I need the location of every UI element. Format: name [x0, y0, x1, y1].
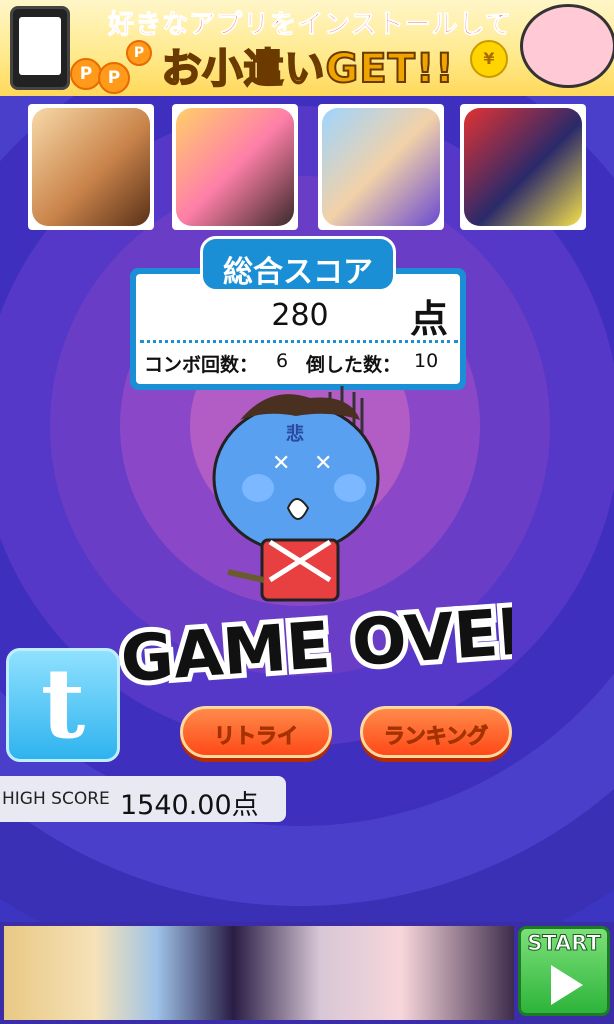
top-banner-ad[interactable]: P P P 好きなアプリをインストールして お小遣いGET!! ¥ [0, 0, 614, 96]
twitter-share-button[interactable]: t [6, 647, 120, 762]
ad-artwork [4, 926, 514, 1020]
combo-label: コンボ回数： [144, 354, 259, 376]
score-panel-title: 総合スコア [200, 236, 396, 292]
banner-line-2: お小遣いGET!! [161, 45, 455, 93]
defeated-label: 倒した数： [306, 354, 402, 376]
yen-coin-icon: ¥ [470, 40, 508, 78]
piggy-bank-icon [520, 4, 614, 88]
game-over-text: GAME OVER [119, 594, 512, 688]
play-arrow-icon [551, 965, 583, 1005]
game-over-title: GAME OVER GAME OVER [112, 588, 555, 703]
app-icon-1[interactable] [28, 104, 154, 230]
total-score: 280 [271, 298, 329, 333]
app-icon-4[interactable] [460, 104, 586, 230]
svg-text:✕: ✕ [314, 451, 332, 476]
score-unit: 点 [410, 297, 449, 341]
score-divider [140, 340, 458, 343]
defeated-value: 10 [414, 350, 439, 372]
ad-start-button[interactable]: START [518, 926, 610, 1016]
phone-mascot-icon [10, 6, 70, 90]
face-kanji: 悲 [286, 424, 304, 445]
app-icon-2[interactable] [172, 104, 298, 230]
sad-character: ✕ ✕ 悲 [200, 380, 420, 610]
ranking-button[interactable]: ランキング [360, 706, 512, 758]
retry-button[interactable]: リトライ [180, 706, 332, 758]
high-score-label: HIGH SCORE [2, 789, 110, 809]
high-score-value: 1540.00点 [120, 790, 259, 821]
high-score-bar: HIGH SCORE 1540.00点 [0, 776, 286, 822]
combo-value: 6 [276, 350, 289, 372]
twitter-icon: t [40, 647, 86, 760]
svg-text:✕: ✕ [272, 451, 290, 476]
app-icon-3[interactable] [318, 104, 444, 230]
